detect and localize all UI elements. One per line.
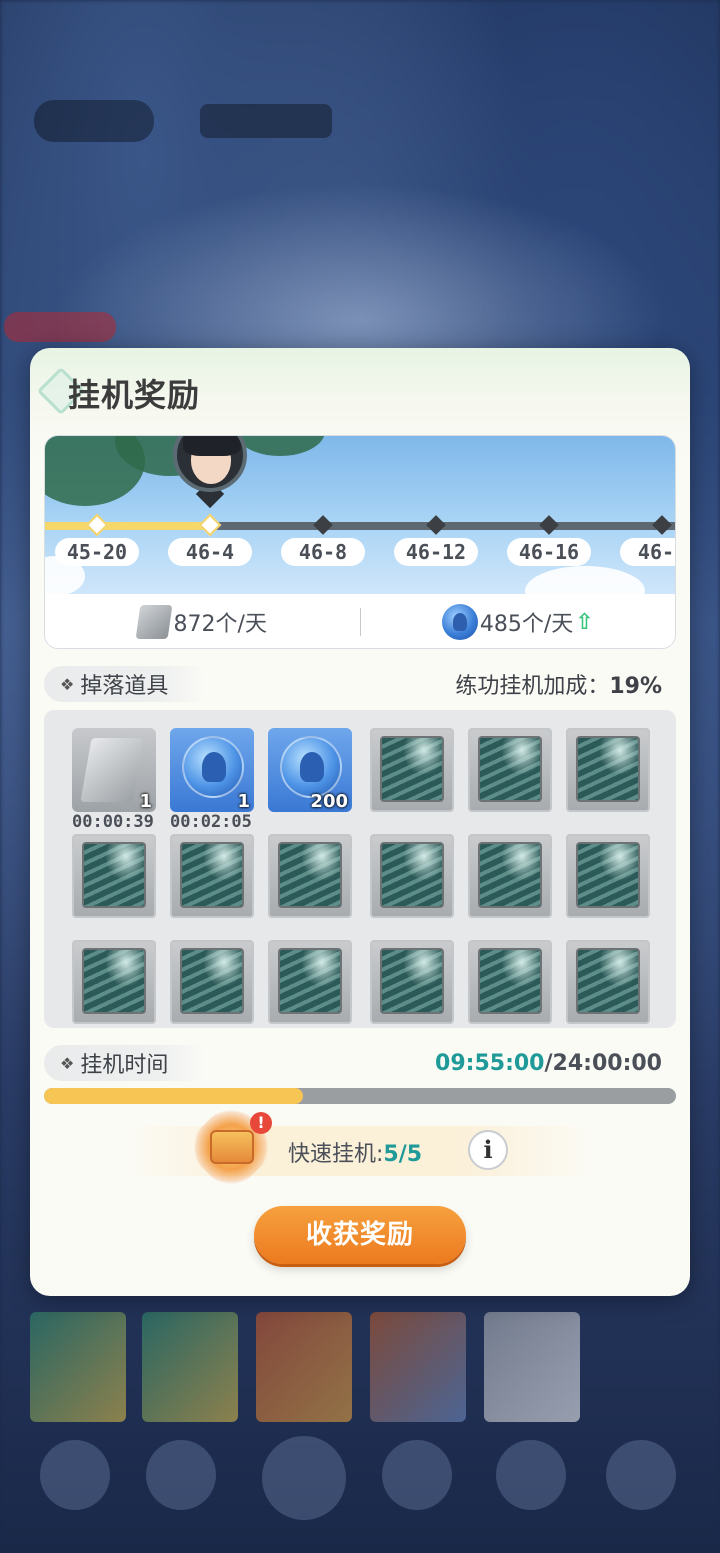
book-item[interactable]: 1: [72, 728, 156, 812]
stage-label: 46-8: [281, 538, 365, 566]
drops-section-header: ❖ 掉落道具 练功挂机加成：19%: [44, 666, 676, 702]
sparkle-icon: ❖: [60, 674, 75, 694]
scroll-item[interactable]: [468, 728, 552, 812]
sparkle-icon: ❖: [60, 1053, 75, 1073]
scroll-item[interactable]: [170, 940, 254, 1024]
orb-icon: [182, 736, 244, 798]
idle-max: 24:00:00: [552, 1050, 662, 1076]
stage-label: 46-4: [168, 538, 252, 566]
stage-label: 45-20: [55, 538, 139, 566]
training-bonus: 练功挂机加成：19%: [455, 668, 676, 700]
background-nav-button: [606, 1440, 676, 1510]
scroll-icon: [82, 842, 146, 908]
background-card: [30, 1312, 126, 1422]
info-button[interactable]: i: [468, 1130, 508, 1170]
scroll-icon: [180, 948, 244, 1014]
stage-label: 46-2: [620, 538, 675, 566]
background-nav-button: [262, 1436, 346, 1520]
background-card: [256, 1312, 352, 1422]
up-arrow-icon: ⇧: [575, 609, 594, 635]
orb-rate-value: 485个/天: [479, 612, 574, 637]
quick-idle-text: 快速挂机:: [288, 1142, 384, 1167]
quick-idle-label[interactable]: 快速挂机:5/5: [288, 1136, 422, 1168]
stage-label: 46-16: [507, 538, 591, 566]
background-nav-button: [382, 1440, 452, 1510]
scroll-icon: [576, 842, 640, 908]
item-timer: 00:02:05: [170, 812, 252, 832]
stage-label: 46-12: [394, 538, 478, 566]
background-currency-badge: [200, 104, 332, 138]
idle-progress-bar: [44, 1088, 676, 1104]
book-rate: 872个/天: [45, 605, 360, 639]
idle-time-readout: 09:55:00/24:00:00: [435, 1051, 676, 1076]
idle-time-header-label: 挂机时间: [80, 1053, 169, 1078]
scroll-icon: [576, 736, 640, 802]
orb-item[interactable]: 1: [170, 728, 254, 812]
background-nav-button: [40, 1440, 110, 1510]
collect-rewards-button[interactable]: 收获奖励: [254, 1206, 466, 1264]
stage-track-progress: [45, 522, 210, 530]
background-nav-button: [146, 1440, 216, 1510]
book-rate-value: 872个/天: [173, 612, 267, 637]
background-card: [484, 1312, 580, 1422]
book-icon: [80, 738, 144, 802]
training-bonus-label: 练功挂机加成：: [455, 674, 610, 699]
scroll-item[interactable]: [72, 940, 156, 1024]
scroll-icon: [380, 948, 444, 1014]
idle-elapsed: 09:55:00: [435, 1050, 545, 1076]
scroll-item[interactable]: [268, 940, 352, 1024]
scroll-item[interactable]: [268, 834, 352, 918]
scroll-item[interactable]: [72, 834, 156, 918]
scroll-icon: [278, 948, 342, 1014]
scroll-item[interactable]: [468, 834, 552, 918]
scroll-icon: [278, 842, 342, 908]
background-card: [370, 1312, 466, 1422]
training-bonus-value: 19%: [609, 674, 662, 699]
book-icon: [135, 605, 172, 639]
scroll-icon: [380, 736, 444, 802]
item-timer: 00:00:39: [72, 812, 154, 832]
stage-progress-panel: 45-20 46-4 46-8 46-12 46-16 46-2 872个/天 485个/…: [44, 435, 676, 649]
orb-icon: [280, 736, 342, 798]
scroll-icon: [82, 948, 146, 1014]
stage-sky: [45, 436, 675, 616]
scroll-icon: [478, 948, 542, 1014]
background-nav-button: [496, 1440, 566, 1510]
scroll-item[interactable]: [170, 834, 254, 918]
item-count: 1: [139, 791, 152, 812]
foliage-decoration: [235, 436, 325, 456]
idle-separator: /: [544, 1050, 553, 1076]
scroll-icon: [180, 842, 244, 908]
background-card: [142, 1312, 238, 1422]
scroll-item[interactable]: [566, 940, 650, 1024]
idle-progress-fill: [44, 1088, 304, 1104]
item-count: 1: [237, 791, 250, 812]
orb-rate: 485个/天 ⇧: [361, 604, 676, 640]
dialog-title: 挂机奖励: [68, 376, 201, 414]
idle-time-section-header: ❖ 挂机时间 09:55:00/24:00:00: [44, 1045, 676, 1081]
background-event-tag: [4, 312, 116, 342]
scroll-item[interactable]: [566, 728, 650, 812]
alert-badge: !: [250, 1112, 272, 1134]
spirit-orb-icon: [441, 604, 478, 640]
treasure-chest-icon[interactable]: [210, 1130, 254, 1164]
scroll-icon: [478, 842, 542, 908]
drop-items-grid: 1 00:00:39 1 00:02:05 200: [44, 710, 676, 1028]
drops-header-label: 掉落道具: [80, 674, 169, 699]
quick-idle-count: 5/5: [383, 1142, 423, 1167]
player-avatar-pin: [173, 436, 247, 512]
scroll-icon: [576, 948, 640, 1014]
reward-rates: 872个/天 485个/天 ⇧: [45, 594, 676, 648]
player-avatar: [173, 436, 247, 492]
background-player-badge: [34, 100, 154, 142]
scroll-icon: [478, 736, 542, 802]
scroll-icon: [380, 842, 444, 908]
scroll-item[interactable]: [468, 940, 552, 1024]
scroll-item[interactable]: [370, 940, 454, 1024]
scroll-item[interactable]: [370, 834, 454, 918]
scroll-item[interactable]: [566, 834, 650, 918]
scroll-item[interactable]: [370, 728, 454, 812]
orb-item[interactable]: 200: [268, 728, 352, 812]
item-count: 200: [310, 791, 348, 812]
